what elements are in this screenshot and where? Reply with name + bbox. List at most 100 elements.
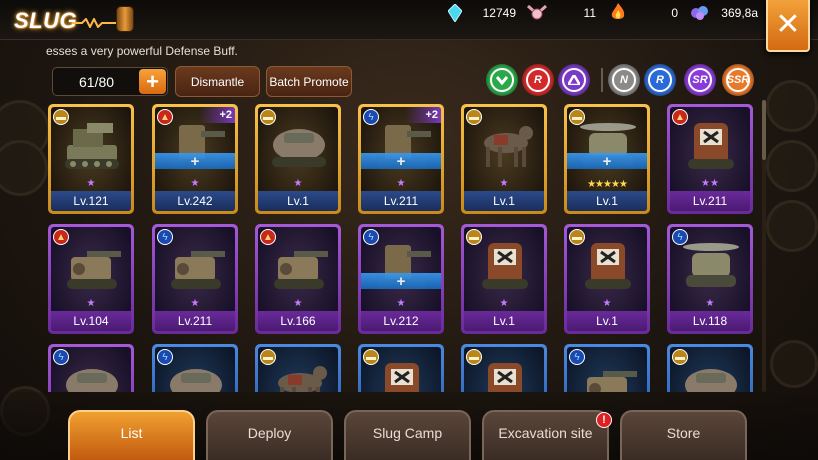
gun-type-icon: ▬ xyxy=(672,349,688,365)
fire-icon xyxy=(611,3,625,19)
unit-card[interactable]: ▬ xyxy=(358,344,444,392)
filter-triangle-up-icon[interactable] xyxy=(558,64,590,96)
equipped-band-plus-icon: + xyxy=(567,153,647,170)
equipped-band-plus-icon: + xyxy=(361,273,441,290)
unit-level: Lv.242 xyxy=(155,191,235,211)
unit-card[interactable]: ▲ ★★ Lv.211 xyxy=(667,104,753,214)
close-icon: ✕ xyxy=(775,8,801,41)
unit-level: Lv.211 xyxy=(155,311,235,331)
filter-rarity-n-icon[interactable]: N xyxy=(608,64,640,96)
star-rating-icon: ★ xyxy=(396,298,406,309)
unit-portrait xyxy=(264,357,334,392)
unit-card-inner: ▬ ★ Lv.1 xyxy=(567,227,647,331)
unit-grid: ▬ ★ Lv.121 ▲ +2 + ★ Lv.242 ▬ ★ Lv.1 ϟ +2 + ★ Lv.211 ▬ ★ Lv… xyxy=(48,100,760,392)
unit-card-inner: ▬ + ★★★★★ Lv.1 xyxy=(567,107,647,211)
unit-card[interactable]: ▬ ★ Lv.1 xyxy=(255,104,341,214)
capacity-count: 61/80 xyxy=(79,74,115,90)
scrollbar-thumb[interactable] xyxy=(762,100,766,160)
grid-scrollbar[interactable] xyxy=(762,100,766,392)
lightning-type-icon: ϟ xyxy=(157,349,173,365)
rarity-r-icon: R xyxy=(526,68,550,92)
unit-card[interactable]: ϟ xyxy=(152,344,238,392)
unit-card[interactable]: ϟ xyxy=(48,344,134,392)
upgrade-plus-badge: +2 xyxy=(405,107,441,123)
unit-card[interactable]: ϟ ★ Lv.211 xyxy=(152,224,238,334)
unit-level: Lv.211 xyxy=(670,191,750,211)
lightning-type-icon: ϟ xyxy=(672,229,688,245)
unit-portrait xyxy=(470,117,540,177)
unit-card-inner: ϟ xyxy=(567,347,647,392)
logo-coil-icon xyxy=(116,6,134,32)
fire-type-icon: ▲ xyxy=(157,109,173,125)
gun-type-icon: ▬ xyxy=(466,229,482,245)
unit-card[interactable]: ▬ xyxy=(461,344,547,392)
unit-card[interactable]: ▬ xyxy=(667,344,753,392)
tab-deploy[interactable]: Deploy xyxy=(206,410,333,460)
tab-list[interactable]: List xyxy=(68,410,195,460)
unit-card-inner: ▲ ★★ Lv.211 xyxy=(670,107,750,211)
unit-portrait xyxy=(57,117,127,177)
unit-portrait xyxy=(676,237,746,297)
star-rating-icon: ★ xyxy=(396,178,406,189)
medal-count: 11 xyxy=(583,6,596,20)
unit-card[interactable]: ▬ ★ Lv.1 xyxy=(461,104,547,214)
unit-portrait xyxy=(161,357,231,392)
fire-type-icon: ▲ xyxy=(260,229,276,245)
crystal-count: 12749 xyxy=(482,6,516,20)
batch-promote-button[interactable]: Batch Promote xyxy=(266,66,352,97)
unit-card[interactable]: ▬ ★ Lv.121 xyxy=(48,104,134,214)
gun-type-icon: ▬ xyxy=(260,109,276,125)
filter-chevron-down-icon[interactable] xyxy=(486,64,518,96)
equipped-band-plus-icon: + xyxy=(361,153,441,170)
unit-card[interactable]: ▬ xyxy=(255,344,341,392)
notification-badge: ! xyxy=(596,412,612,428)
unit-card[interactable]: ϟ +2 + ★ Lv.211 xyxy=(358,104,444,214)
unit-card-inner: ▬ ★ Lv.1 xyxy=(464,227,544,331)
unit-card-inner: ▬ xyxy=(464,347,544,392)
unit-card[interactable]: ▲ ★ Lv.104 xyxy=(48,224,134,334)
unit-portrait xyxy=(367,357,437,392)
star-rating-icon: ★★★★★ xyxy=(587,179,628,190)
unit-card[interactable]: ▲ ★ Lv.166 xyxy=(255,224,341,334)
gun-type-icon: ▬ xyxy=(569,229,585,245)
gun-type-icon: ▬ xyxy=(260,349,276,365)
rarity-ssr-icon: SSR xyxy=(726,68,750,92)
unit-card[interactable]: ϟ xyxy=(564,344,650,392)
unit-level: Lv.1 xyxy=(567,191,647,211)
lightning-type-icon: ϟ xyxy=(363,109,379,125)
unit-card-inner: ▬ xyxy=(670,347,750,392)
upgrade-plus-badge: +2 xyxy=(199,107,235,123)
tab-slug-camp[interactable]: Slug Camp xyxy=(344,410,471,460)
equipped-band-plus-icon: + xyxy=(155,153,235,170)
unit-card[interactable]: ϟ + ★ Lv.212 xyxy=(358,224,444,334)
skill-description: esses a very powerful Defense Buff. xyxy=(46,44,238,58)
unit-card-inner: ϟ ★ Lv.118 xyxy=(670,227,750,331)
unit-card-inner: ▲ ★ Lv.166 xyxy=(258,227,338,331)
gun-type-icon: ▬ xyxy=(363,349,379,365)
tab-store[interactable]: Store xyxy=(620,410,747,460)
filter-rarity-sr-icon[interactable]: SR xyxy=(684,64,716,96)
star-rating-icon: ★ xyxy=(293,178,303,189)
unit-card[interactable]: ϟ ★ Lv.118 xyxy=(667,224,753,334)
star-rating-icon: ★ xyxy=(86,178,96,189)
filter-rarity-r-blue-icon[interactable]: R xyxy=(644,64,676,96)
unit-card[interactable]: ▬ ★ Lv.1 xyxy=(461,224,547,334)
unit-level: Lv.166 xyxy=(258,311,338,331)
unit-card-inner: ▬ xyxy=(258,347,338,392)
dismantle-button[interactable]: Dismantle xyxy=(175,66,260,97)
unit-card-inner: ϟ ★ Lv.211 xyxy=(155,227,235,331)
unit-level: Lv.1 xyxy=(464,191,544,211)
unit-portrait xyxy=(57,237,127,297)
unit-card[interactable]: ▬ ★ Lv.1 xyxy=(564,224,650,334)
filter-rarity-ssr-icon[interactable]: SSR xyxy=(722,64,754,96)
filter-rarity-r-icon[interactable]: R xyxy=(522,64,554,96)
fire-type-icon: ▲ xyxy=(672,109,688,125)
expand-capacity-button[interactable]: + xyxy=(139,69,166,94)
gem-count: 369,8a xyxy=(721,6,758,20)
unit-card[interactable]: ▬ + ★★★★★ Lv.1 xyxy=(564,104,650,214)
unit-card[interactable]: ▲ +2 + ★ Lv.242 xyxy=(152,104,238,214)
close-button[interactable]: ✕ xyxy=(766,0,810,52)
unit-portrait xyxy=(57,357,127,392)
tab-excavation-site[interactable]: Excavation site xyxy=(482,410,609,460)
top-bar: SLUG 12749 11 0 369,8a xyxy=(0,0,818,40)
